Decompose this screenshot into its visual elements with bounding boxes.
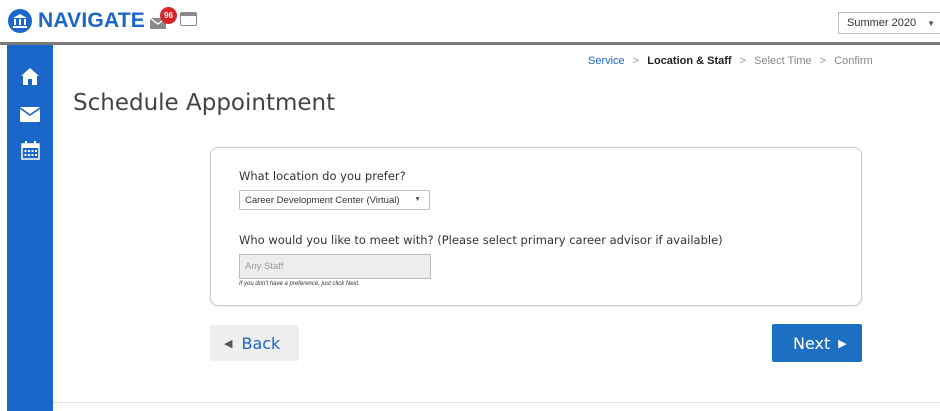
location-select-value: Career Development Center (Virtual) <box>245 195 400 206</box>
breadcrumb-step-confirm: Confirm <box>834 55 873 67</box>
institution-icon <box>8 9 32 33</box>
breadcrumb-step-location-staff: Location & Staff <box>647 55 732 67</box>
home-icon <box>21 67 39 85</box>
term-select[interactable]: Summer 2020 ▼ <box>838 12 940 34</box>
staff-select[interactable]: Any Staff <box>239 254 431 279</box>
staff-hint: If you don't have a preference, just cli… <box>239 281 360 287</box>
location-question-label: What location do you prefer? <box>239 169 406 183</box>
sidebar-item-home[interactable] <box>20 66 40 86</box>
top-bar: NAVIGATE 96 Summer 2020 ▼ <box>0 0 940 44</box>
triangle-left-icon: ◀ <box>224 336 233 350</box>
breadcrumb-step-service[interactable]: Service <box>588 55 625 67</box>
footer-divider <box>53 402 940 403</box>
notification-badge: 96 <box>160 7 177 24</box>
staff-question-label: Who would you like to meet with? (Please… <box>239 233 723 247</box>
breadcrumb-step-select-time: Select Time <box>754 55 812 67</box>
breadcrumb: Service > Location & Staff > Select Time… <box>588 55 878 67</box>
navigate-logo[interactable]: NAVIGATE <box>8 8 145 34</box>
window-icon[interactable] <box>180 12 197 26</box>
breadcrumb-separator: > <box>819 55 827 67</box>
breadcrumb-separator: > <box>739 55 747 67</box>
back-button[interactable]: ◀ Back <box>210 325 299 361</box>
chevron-down-icon: ▼ <box>927 19 935 28</box>
calendar-icon <box>20 140 40 160</box>
sidebar-item-messages[interactable] <box>20 104 40 124</box>
triangle-right-icon: ▶ <box>838 336 847 350</box>
location-select[interactable]: Career Development Center (Virtual) ▼ <box>239 190 430 210</box>
chevron-down-icon: ▼ <box>414 196 421 203</box>
page-title: Schedule Appointment <box>73 90 336 116</box>
back-button-label: Back <box>241 333 281 353</box>
sidebar <box>7 45 53 411</box>
next-button[interactable]: Next ▶ <box>772 324 862 362</box>
breadcrumb-separator: > <box>632 55 640 67</box>
appointment-form-card: What location do you prefer? Career Deve… <box>210 147 862 306</box>
next-button-label: Next <box>793 333 831 353</box>
mail-icon <box>20 106 40 122</box>
logo-text: NAVIGATE <box>38 9 145 32</box>
header-divider <box>0 42 940 45</box>
term-select-value: Summer 2020 <box>847 17 917 29</box>
notifications-button[interactable]: 96 <box>150 7 177 32</box>
staff-placeholder: Any Staff <box>245 261 284 272</box>
sidebar-item-calendar[interactable] <box>20 140 40 160</box>
